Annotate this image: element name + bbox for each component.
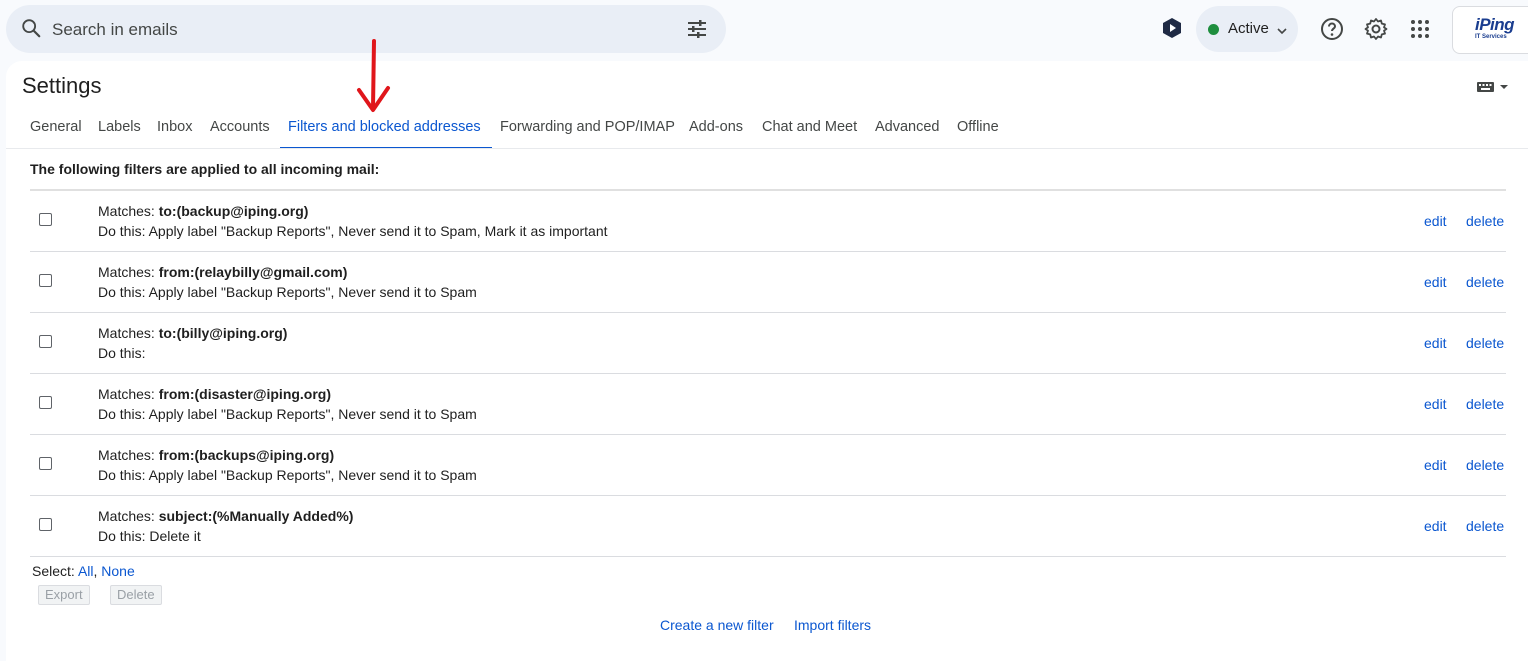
- filter-criteria: from:(disaster@iping.org): [158, 386, 332, 402]
- matches-label: Matches:: [98, 386, 159, 402]
- matches-label: Matches:: [98, 264, 159, 280]
- filter-action: Do this: Delete it: [98, 528, 201, 544]
- logo-subtext: IT Services: [1475, 34, 1507, 40]
- search-input[interactable]: [50, 17, 654, 43]
- search-icon[interactable]: [20, 17, 42, 44]
- delete-selected-button[interactable]: Delete: [110, 585, 162, 605]
- filter-row: Matches: from:(backups@iping.org) Do thi…: [30, 435, 1506, 496]
- help-icon[interactable]: [1320, 17, 1344, 46]
- tab-forwarding-pop-imap[interactable]: Forwarding and POP/IMAP: [500, 119, 675, 135]
- chevron-down-icon: [1276, 23, 1288, 41]
- tabs-divider: [6, 148, 1528, 149]
- tab-inbox[interactable]: Inbox: [157, 119, 192, 135]
- select-controls: Select: All, None: [32, 563, 135, 579]
- filter-checkbox[interactable]: [39, 274, 52, 287]
- edit-link[interactable]: edit: [1424, 335, 1447, 351]
- import-filters-link[interactable]: Import filters: [794, 617, 871, 633]
- filter-criteria: to:(backup@iping.org): [158, 203, 309, 219]
- edit-link[interactable]: edit: [1424, 274, 1447, 290]
- settings-gear-icon[interactable]: [1364, 17, 1388, 46]
- filter-row: Matches: from:(relaybilly@gmail.com) Do …: [30, 252, 1506, 313]
- account-logo[interactable]: iPing IT Services: [1452, 6, 1528, 54]
- filter-checkbox[interactable]: [39, 213, 52, 226]
- filter-checkbox[interactable]: [39, 396, 52, 409]
- create-filter-link[interactable]: Create a new filter: [660, 617, 774, 633]
- delete-link[interactable]: delete: [1466, 518, 1504, 534]
- filter-row: Matches: subject:(%Manually Added%) Do t…: [30, 496, 1506, 557]
- tab-add-ons[interactable]: Add-ons: [689, 119, 743, 135]
- filter-action: Do this: Apply label "Backup Reports", N…: [98, 284, 477, 300]
- filter-checkbox[interactable]: [39, 335, 52, 348]
- filter-action: Do this: Apply label "Backup Reports", N…: [98, 467, 477, 483]
- matches-label: Matches:: [98, 508, 159, 524]
- row-divider: [30, 556, 1506, 557]
- select-all-link[interactable]: All: [78, 563, 94, 579]
- keyboard-icon[interactable]: [1476, 80, 1510, 98]
- settings-panel: Settings General Labels Inbox Accounts F…: [6, 61, 1528, 661]
- matches-label: Matches:: [98, 325, 159, 341]
- filter-action: Do this: Apply label "Backup Reports", N…: [98, 223, 608, 239]
- select-separator: ,: [93, 563, 98, 579]
- tab-filters-and-blocked-addresses[interactable]: Filters and blocked addresses: [288, 119, 481, 135]
- filter-matches: Matches: from:(backups@iping.org): [98, 447, 334, 463]
- filter-action: Do this: Apply label "Backup Reports", N…: [98, 406, 477, 422]
- export-button[interactable]: Export: [38, 585, 90, 605]
- filter-checkbox[interactable]: [39, 457, 52, 470]
- edit-link[interactable]: edit: [1424, 213, 1447, 229]
- gemini-icon[interactable]: [1161, 17, 1183, 44]
- search-options-icon[interactable]: [686, 19, 708, 44]
- filter-matches: Matches: subject:(%Manually Added%): [98, 508, 353, 524]
- filter-row: Matches: to:(backup@iping.org) Do this: …: [30, 191, 1506, 252]
- filter-row: Matches: to:(billy@iping.org) Do this: e…: [30, 313, 1506, 374]
- filter-criteria: from:(relaybilly@gmail.com): [158, 264, 348, 280]
- tab-advanced[interactable]: Advanced: [875, 119, 940, 135]
- filters-intro: The following filters are applied to all…: [30, 161, 380, 177]
- filter-criteria: to:(billy@iping.org): [158, 325, 288, 341]
- status-label: Active: [1228, 20, 1269, 37]
- tab-offline[interactable]: Offline: [957, 119, 999, 135]
- tab-accounts[interactable]: Accounts: [210, 119, 270, 135]
- filter-checkbox[interactable]: [39, 518, 52, 531]
- delete-link[interactable]: delete: [1466, 396, 1504, 412]
- filter-row: Matches: from:(disaster@iping.org) Do th…: [30, 374, 1506, 435]
- tab-labels[interactable]: Labels: [98, 119, 141, 135]
- select-none-link[interactable]: None: [101, 563, 134, 579]
- filter-matches: Matches: to:(backup@iping.org): [98, 203, 308, 219]
- logo-text: iPing: [1475, 15, 1515, 34]
- filter-criteria: from:(backups@iping.org): [158, 447, 335, 463]
- filter-matches: Matches: to:(billy@iping.org): [98, 325, 287, 341]
- tab-general[interactable]: General: [30, 119, 82, 135]
- delete-link[interactable]: delete: [1466, 457, 1504, 473]
- edit-link[interactable]: edit: [1424, 457, 1447, 473]
- status-selector[interactable]: Active: [1196, 6, 1298, 52]
- matches-label: Matches:: [98, 447, 159, 463]
- edit-link[interactable]: edit: [1424, 396, 1447, 412]
- page-title: Settings: [22, 73, 102, 98]
- annotation-arrow-icon: [356, 38, 392, 121]
- apps-grid-icon[interactable]: [1410, 19, 1430, 44]
- tab-chat-and-meet[interactable]: Chat and Meet: [762, 119, 857, 135]
- edit-link[interactable]: edit: [1424, 518, 1447, 534]
- filter-matches: Matches: from:(disaster@iping.org): [98, 386, 331, 402]
- delete-link[interactable]: delete: [1466, 274, 1504, 290]
- select-label: Select:: [32, 563, 75, 579]
- filter-matches: Matches: from:(relaybilly@gmail.com): [98, 264, 347, 280]
- filter-criteria: subject:(%Manually Added%): [158, 508, 354, 524]
- delete-link[interactable]: delete: [1466, 213, 1504, 229]
- status-dot: [1208, 24, 1219, 35]
- matches-label: Matches:: [98, 203, 159, 219]
- filter-action: Do this:: [98, 345, 146, 361]
- delete-link[interactable]: delete: [1466, 335, 1504, 351]
